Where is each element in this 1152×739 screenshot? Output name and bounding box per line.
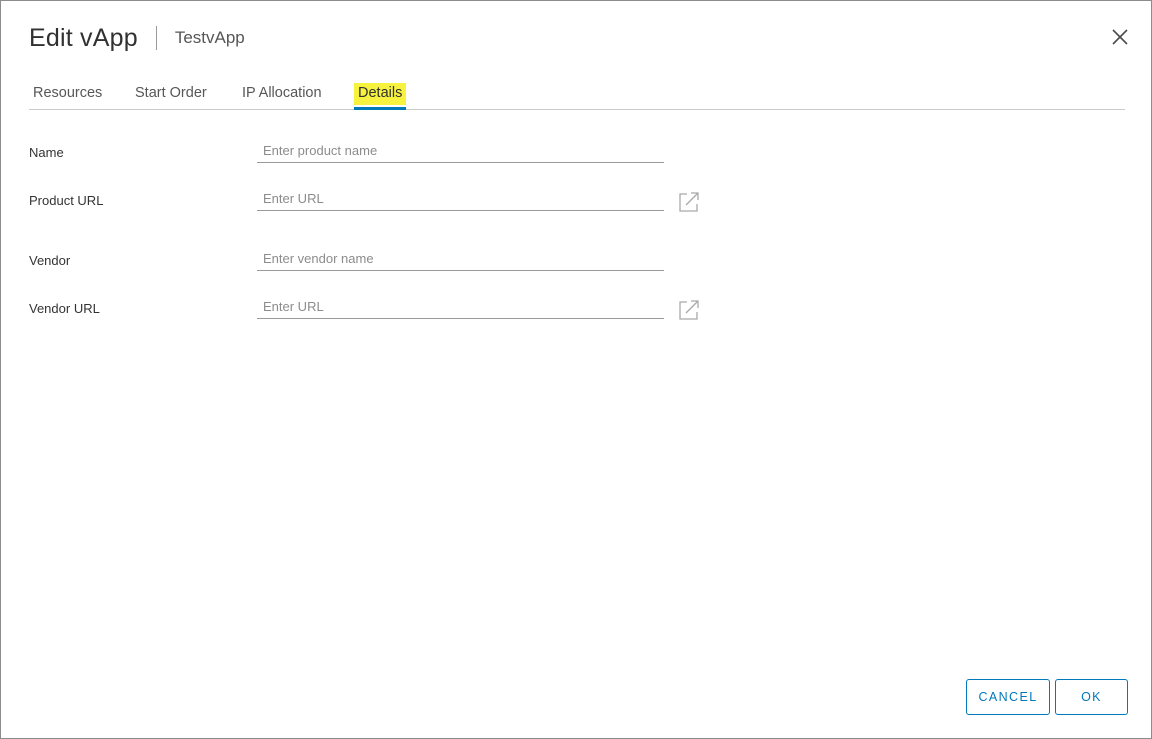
title-separator [155, 26, 157, 50]
active-tab-indicator [354, 107, 407, 110]
tab-label: Start Order [135, 85, 207, 101]
tab-label: IP Allocation [242, 85, 322, 101]
name-row: Name [29, 139, 729, 169]
product-url-label: Product URL [29, 193, 104, 208]
tab-ip-allocation[interactable]: IP Allocation [242, 79, 322, 109]
tab-resources[interactable]: Resources [33, 79, 102, 109]
dialog-title: Edit vApp [29, 23, 138, 52]
vendor-url-row: Vendor URL [29, 295, 729, 325]
ok-button[interactable]: OK [1055, 679, 1128, 715]
close-icon[interactable] [1111, 28, 1129, 46]
name-input[interactable] [257, 139, 664, 163]
dialog-subtitle: TestvApp [174, 28, 245, 47]
vendor-row: Vendor [29, 247, 729, 277]
vendor-url-input[interactable] [257, 295, 664, 319]
tab-start-order[interactable]: Start Order [135, 79, 207, 109]
vendor-url-label: Vendor URL [29, 301, 100, 316]
vendor-input[interactable] [257, 247, 664, 271]
product-url-row: Product URL [29, 187, 729, 217]
name-label: Name [29, 145, 64, 160]
product-url-input[interactable] [257, 187, 664, 211]
edit-vapp-dialog: Edit vApp TestvApp Resources Start Order… [0, 0, 1152, 739]
tab-label: Details [354, 83, 407, 105]
tab-bar: Resources Start Order IP Allocation Deta… [29, 79, 1125, 110]
external-link-icon[interactable] [678, 191, 700, 213]
dialog-header: Edit vApp TestvApp [29, 21, 245, 55]
external-link-icon[interactable] [678, 299, 700, 321]
tab-details[interactable]: Details [354, 79, 407, 110]
tab-label: Resources [33, 85, 103, 101]
vendor-label: Vendor [29, 253, 71, 268]
cancel-button[interactable]: CANCEL [966, 679, 1050, 715]
